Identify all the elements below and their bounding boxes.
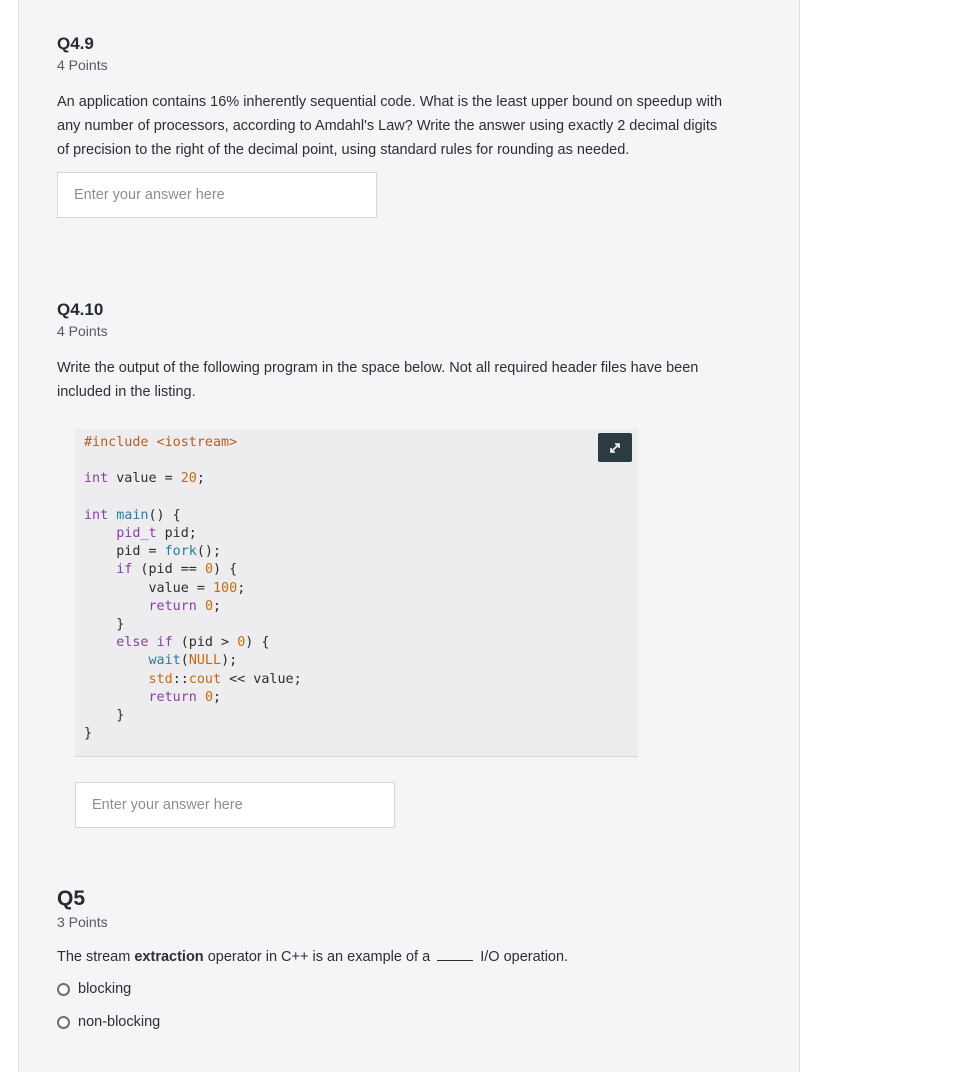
option-blocking[interactable]: blocking bbox=[57, 978, 727, 1000]
option-label: blocking bbox=[78, 981, 132, 997]
question-q5: Q5 3 Points The stream extraction operat… bbox=[57, 886, 727, 1033]
code-line: pid = fork(); bbox=[84, 544, 222, 560]
question-title: Q4.10 bbox=[57, 300, 104, 319]
question-text-part: The stream bbox=[57, 949, 135, 965]
question-text-part: operator in C++ is an example of a bbox=[203, 949, 435, 965]
code-line: if (pid == 0) { bbox=[116, 562, 238, 578]
code-line: return 0; bbox=[148, 598, 222, 614]
question-points: 4 Points bbox=[57, 323, 108, 339]
question-q4-10: Q4.10 4 Points Write the output of the f… bbox=[57, 299, 727, 404]
code-line: return 0; bbox=[148, 689, 222, 705]
code-line: pid_t pid; bbox=[116, 526, 197, 542]
code-line: std::cout << value; bbox=[148, 671, 302, 687]
question-text: Write the output of the following progra… bbox=[57, 360, 699, 400]
option-non-blocking[interactable]: non-blocking bbox=[57, 1011, 727, 1033]
question-title: Q4.9 bbox=[57, 34, 94, 53]
code-line: else if (pid > 0) { bbox=[116, 635, 270, 651]
question-title: Q5 bbox=[57, 887, 86, 910]
code-line: int value = 20; bbox=[84, 471, 205, 487]
code-line: } bbox=[84, 708, 125, 724]
option-label: non-blocking bbox=[78, 1014, 161, 1030]
question-points: 4 Points bbox=[57, 57, 108, 73]
code-line: #include <iostream> bbox=[84, 435, 238, 450]
options-list: blocking non-blocking bbox=[57, 978, 727, 1033]
code-block: #include <iostream> int value = 20; int … bbox=[84, 434, 302, 743]
fill-in-blank bbox=[437, 947, 474, 961]
code-line: wait(NULL); bbox=[148, 653, 238, 669]
code-listing: #include <iostream> int value = 20; int … bbox=[75, 429, 638, 757]
code-line: value = 100; bbox=[84, 580, 246, 596]
question-text: An application contains 16% inherently s… bbox=[57, 94, 723, 158]
answer-input-q4-10[interactable] bbox=[75, 782, 395, 828]
question-q4-9: Q4.9 4 Points An application contains 16… bbox=[57, 33, 727, 218]
expand-code-button[interactable] bbox=[598, 433, 632, 462]
question-text: The stream extraction operator in C++ is… bbox=[57, 945, 727, 969]
answer-input-q4-9[interactable] bbox=[57, 172, 377, 218]
question-text-part: I/O operation. bbox=[476, 949, 569, 965]
question-points: 3 Points bbox=[57, 914, 108, 930]
code-line: } bbox=[84, 726, 93, 742]
question-text-bold: extraction bbox=[134, 949, 204, 965]
code-line: int main() { bbox=[84, 507, 181, 523]
expand-arrows-icon bbox=[610, 442, 620, 453]
radio-button[interactable] bbox=[57, 1015, 70, 1029]
radio-button[interactable] bbox=[57, 982, 70, 996]
code-line: } bbox=[84, 617, 125, 633]
